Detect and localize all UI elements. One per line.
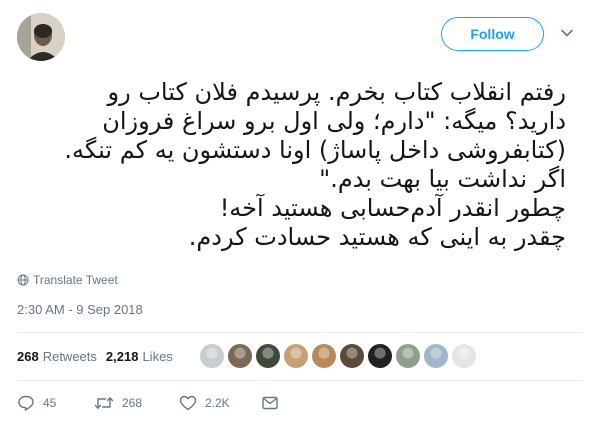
reply-icon (18, 395, 34, 411)
like-count: 2.2K (205, 396, 230, 410)
liker-avatar[interactable] (368, 344, 392, 368)
retweets-stat[interactable]: 268 Retweets (17, 349, 97, 364)
likes-label: Likes (142, 348, 173, 364)
follow-button[interactable]: Follow (441, 17, 544, 51)
tweet-card: Follow رفتم انقلاب کتاب بخرم. پرسیدم فلا… (0, 0, 599, 422)
liker-avatar[interactable] (284, 344, 308, 368)
chevron-down-icon[interactable] (560, 26, 574, 40)
tweet-line: چطور انقدر آدم‌حسابی هستید آخه! (219, 194, 566, 222)
envelope-icon (262, 396, 278, 410)
liker-avatar[interactable] (256, 344, 280, 368)
direct-message-button[interactable] (261, 394, 287, 412)
liker-avatar[interactable] (200, 344, 224, 368)
retweet-icon (94, 397, 114, 409)
avatar-photo (17, 13, 65, 61)
retweets-count: 268 (17, 348, 39, 364)
divider (17, 380, 582, 381)
likers-avatars (200, 344, 480, 368)
tweet-timestamp[interactable]: 2:30 AM - 9 Sep 2018 (17, 302, 143, 317)
tweet-line: چقدر به اینی که هستید حسادت کردم. (188, 223, 566, 251)
likes-stat[interactable]: 2,218 Likes (106, 349, 173, 364)
likes-count: 2,218 (105, 348, 139, 364)
tweet-line: (کتابفروشی داخل پاساژ) اونا دستشون یه کم… (64, 136, 566, 164)
liker-avatar[interactable] (340, 344, 364, 368)
heart-icon (179, 395, 197, 411)
reply-button[interactable]: 45 (17, 394, 94, 412)
tweet-line: اگر نداشت بیا بهت بدم." (319, 165, 566, 193)
liker-avatar[interactable] (396, 344, 420, 368)
like-button[interactable]: 2.2K (179, 394, 261, 412)
author-avatar[interactable] (17, 13, 65, 61)
tweet-line: دارید؟ میگه: "دارم؛ ولی اول برو سراغ فرو… (102, 107, 566, 135)
retweet-button[interactable]: 268 (94, 394, 179, 412)
translate-tweet-link[interactable]: Translate Tweet (17, 273, 118, 287)
tweet-stats: 268 Retweets 2,218 Likes (17, 343, 182, 369)
liker-avatar[interactable] (312, 344, 336, 368)
liker-avatar[interactable] (424, 344, 448, 368)
translate-label: Translate Tweet (33, 273, 118, 287)
retweet-count: 268 (122, 396, 143, 410)
divider (17, 332, 582, 333)
globe-icon (17, 274, 29, 286)
liker-avatar[interactable] (452, 344, 476, 368)
retweets-label: Retweets (42, 348, 97, 364)
tweet-line: رفتم انقلاب کتاب بخرم. پرسیدم فلان کتاب … (107, 78, 566, 106)
tweet-actions: 45 268 2.2K (17, 393, 287, 413)
liker-avatar[interactable] (228, 344, 252, 368)
reply-count: 45 (43, 396, 57, 410)
tweet-text: رفتم انقلاب کتاب بخرم. پرسیدم فلان کتاب … (21, 78, 566, 252)
